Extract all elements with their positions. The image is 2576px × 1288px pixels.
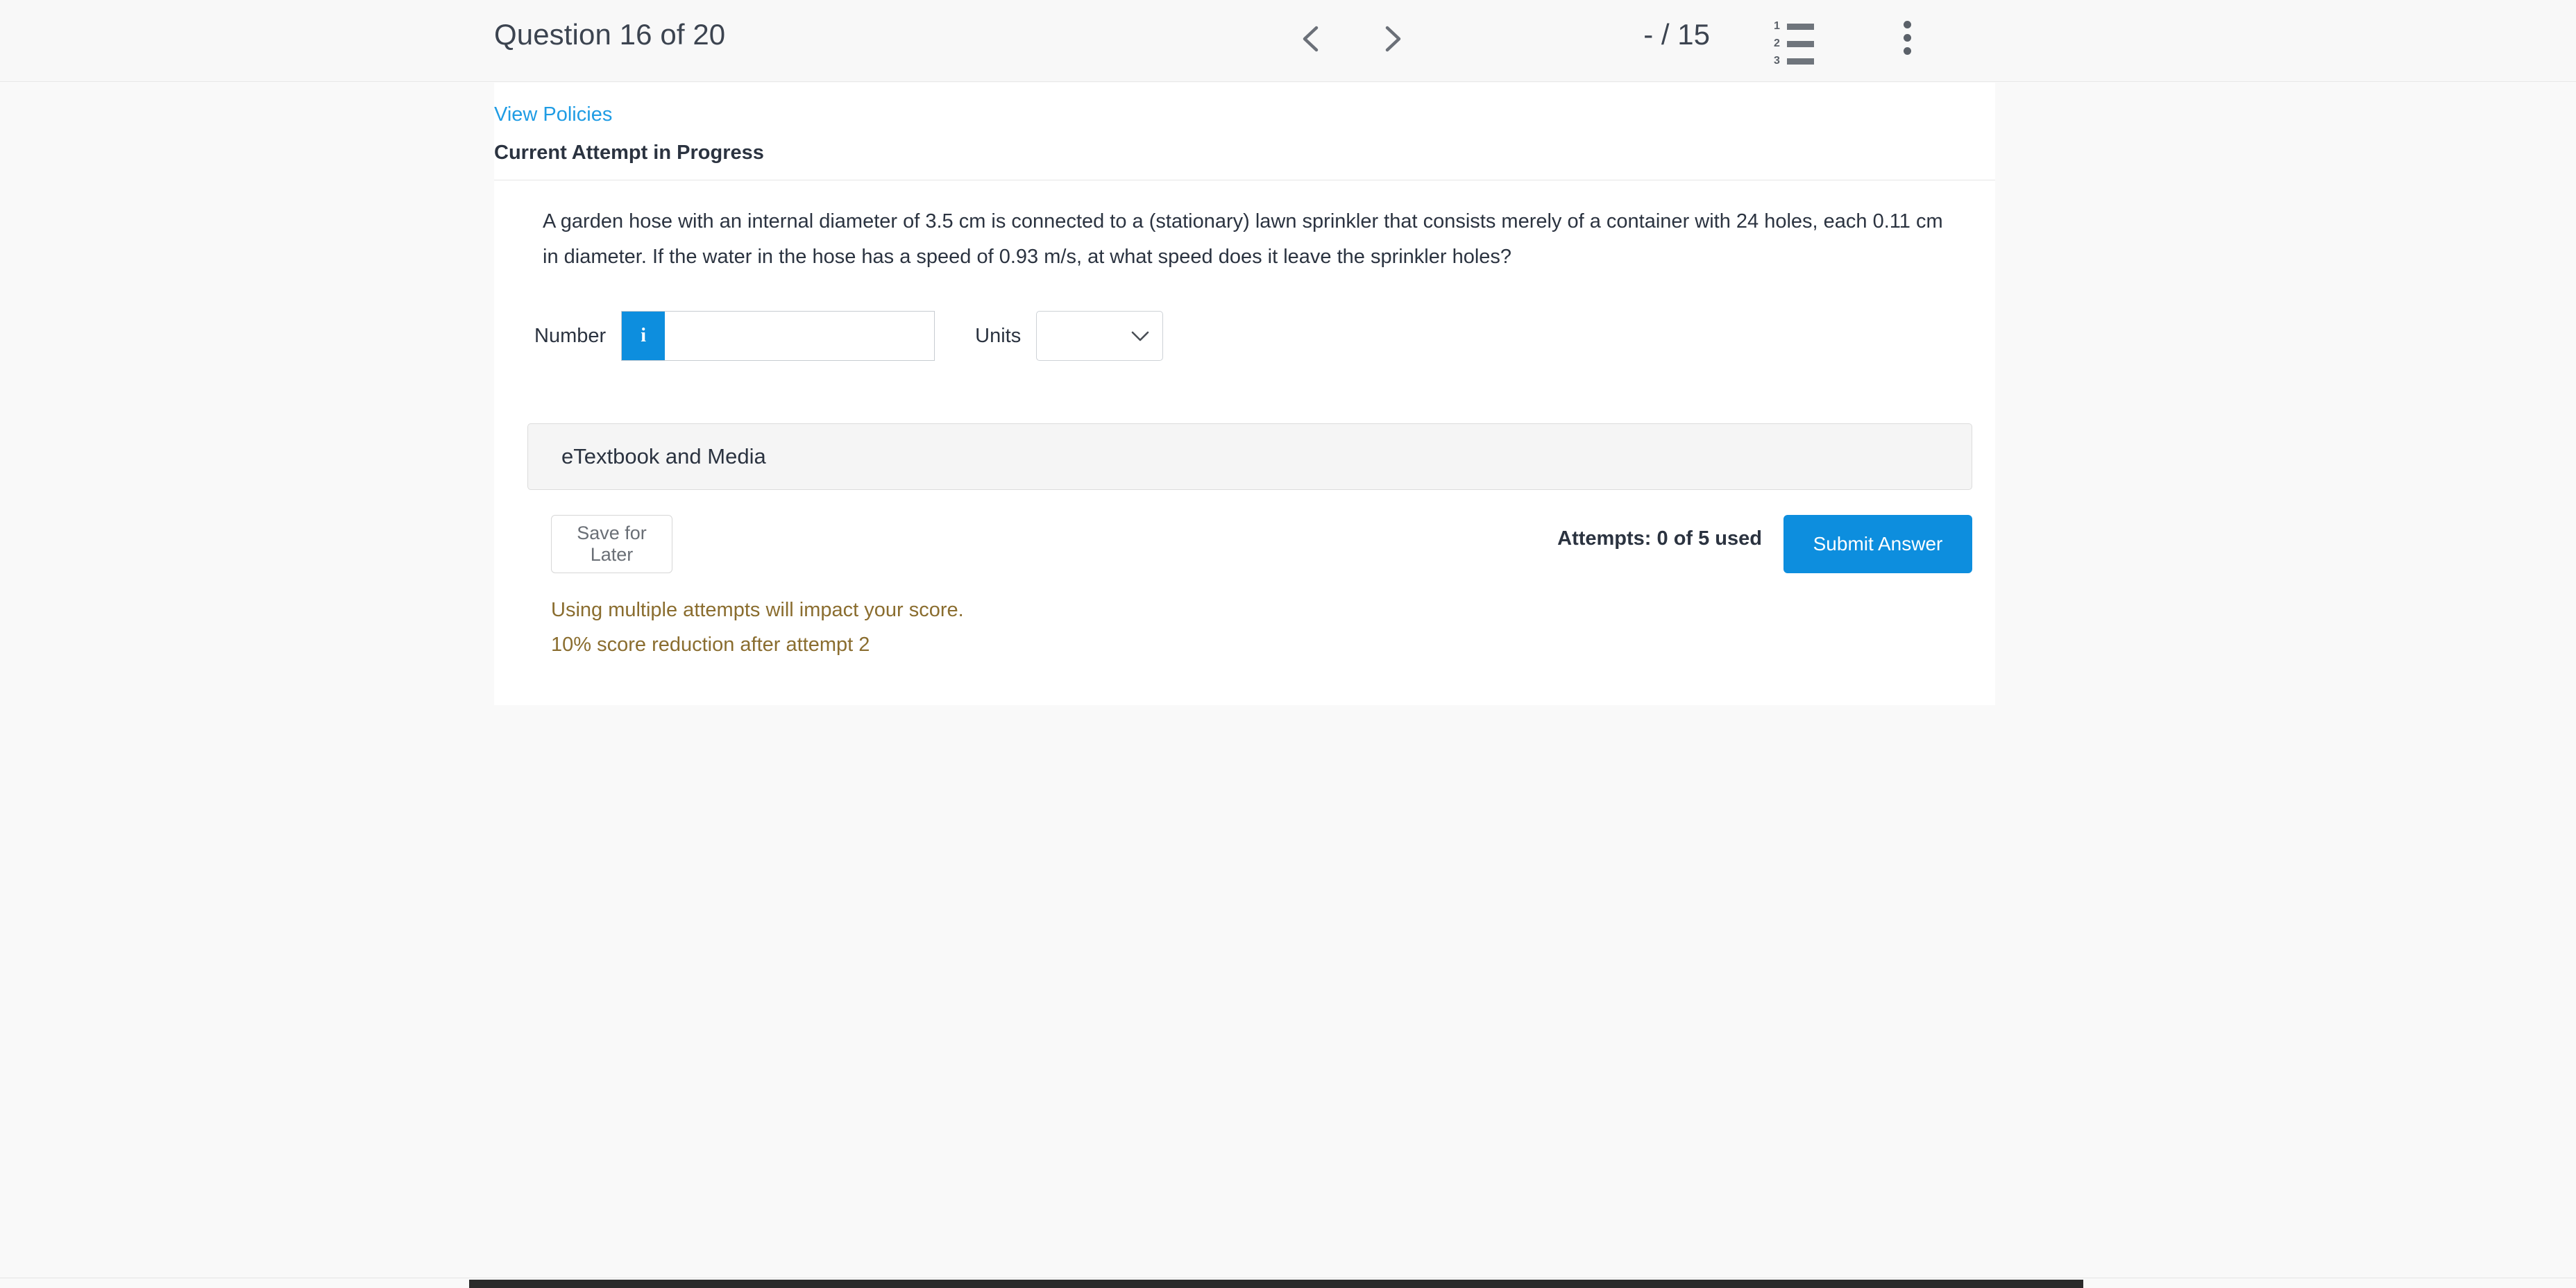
kebab-dot [1904,47,1911,55]
action-row: Save for Later Attempts: 0 of 5 used Sub… [527,515,1972,573]
score-display: - / 15 [1643,18,1710,51]
units-select-wrapper [1036,311,1163,361]
chevron-right-icon [1373,19,1412,58]
units-select[interactable] [1036,311,1163,361]
list-row-number: 3 [1774,56,1783,67]
number-field-label: Number [534,325,606,348]
current-attempt-heading: Current Attempt in Progress [494,142,1995,164]
units-field-label: Units [975,325,1021,348]
etextbook-and-media-bar[interactable]: eTextbook and Media [527,423,1972,490]
card-body: A garden hose with an internal diameter … [494,180,1995,705]
next-question-button[interactable] [1373,19,1412,58]
etextbook-label: eTextbook and Media [528,444,766,469]
attempts-counter: Attempts: 0 of 5 used [1557,527,1762,550]
question-list-icon[interactable]: 1 2 3 [1774,21,1814,57]
header-inner: Question 16 of 20 - / 15 1 2 3 [494,0,1994,82]
list-row-bar [1787,41,1814,47]
horizontal-scrollbar-track[interactable] [0,1278,2576,1287]
kebab-dot [1904,21,1911,28]
info-icon[interactable]: i [622,312,665,360]
list-row-number: 1 [1774,21,1783,32]
answer-input-row: Number i Units [519,311,1947,361]
kebab-dot [1904,34,1911,42]
submit-answer-button[interactable]: Submit Answer [1783,515,1972,573]
app-header: Question 16 of 20 - / 15 1 2 3 [0,0,2576,82]
list-row: 2 [1774,38,1814,49]
card-header: View Policies Current Attempt in Progres… [494,83,1995,180]
list-row: 3 [1774,56,1814,67]
previous-question-button[interactable] [1292,19,1331,58]
view-policies-row: View Policies [494,103,1995,126]
list-row: 1 [1774,21,1814,32]
chevron-left-icon [1292,19,1331,58]
kebab-menu-icon[interactable] [1895,21,1920,60]
warning-line-two: 10% score reduction after attempt 2 [551,627,1947,662]
list-row-bar [1787,24,1814,30]
question-text: A garden hose with an internal diameter … [519,204,1947,275]
warning-line-one: Using multiple attempts will impact your… [551,593,1947,627]
number-input[interactable] [665,312,934,360]
question-card: View Policies Current Attempt in Progres… [494,83,1995,705]
score-warning-block: Using multiple attempts will impact your… [551,593,1947,705]
list-row-bar [1787,58,1814,65]
save-for-later-button[interactable]: Save for Later [551,515,672,573]
horizontal-scrollbar-thumb[interactable] [469,1280,2083,1288]
view-policies-link[interactable]: View Policies [494,103,612,126]
list-row-number: 2 [1774,38,1783,49]
number-input-group: i [621,311,935,361]
page-title: Question 16 of 20 [494,18,725,51]
